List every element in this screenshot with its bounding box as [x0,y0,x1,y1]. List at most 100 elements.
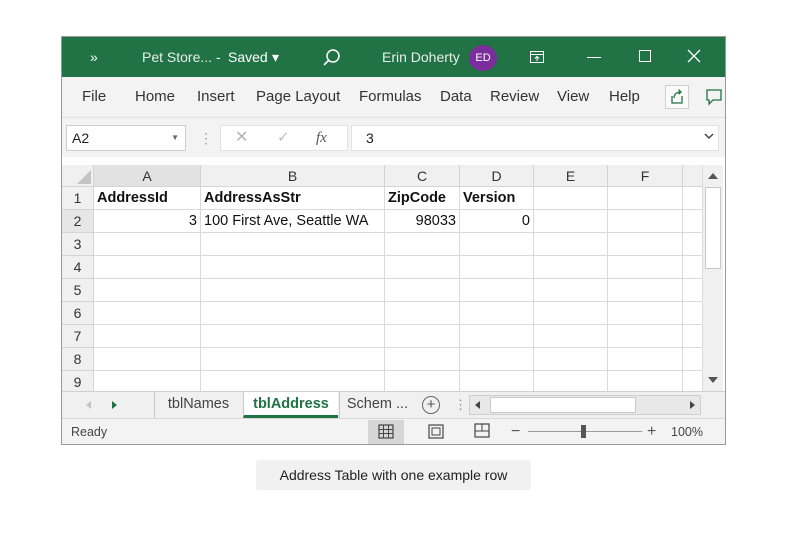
zoom-in-button[interactable]: + [647,419,656,444]
row-header-1[interactable]: 1 [62,187,94,210]
empty-cell[interactable] [385,279,460,302]
empty-cell[interactable] [201,302,385,325]
tab-data[interactable]: Data [440,77,472,117]
tab-help[interactable]: Help [609,77,640,117]
tab-review[interactable]: Review [490,77,539,117]
empty-cell[interactable] [94,302,201,325]
share-button[interactable] [665,85,689,109]
empty-cell[interactable] [385,256,460,279]
scroll-up-icon[interactable] [708,173,718,179]
expand-formula-bar-icon[interactable] [704,132,714,140]
row-header-6[interactable]: 6 [62,302,94,325]
tab-page-layout[interactable]: Page Layout [256,77,340,117]
user-name[interactable]: Erin Doherty [382,37,460,77]
empty-cell[interactable] [385,348,460,371]
row-header-2[interactable]: 2 [62,210,94,233]
empty-cell[interactable] [201,256,385,279]
empty-cell[interactable] [201,279,385,302]
add-sheet-button[interactable]: + [422,396,440,414]
empty-cell[interactable] [460,348,534,371]
empty-cell[interactable] [201,371,385,391]
empty-cell[interactable] [534,233,608,256]
horizontal-scroll-thumb[interactable] [490,397,636,413]
cell-d2[interactable]: 0 [460,210,534,233]
column-header-b[interactable]: B [201,165,385,187]
next-sheet-icon[interactable] [112,401,117,409]
zoom-level[interactable]: 100% [671,419,703,444]
empty-cell[interactable] [608,348,683,371]
empty-cell[interactable] [94,256,201,279]
empty-cell[interactable] [683,279,702,302]
empty-cell[interactable] [385,233,460,256]
minimize-button[interactable] [587,57,601,58]
maximize-button[interactable] [639,50,651,62]
empty-cell[interactable] [683,187,702,210]
empty-cell[interactable] [460,233,534,256]
empty-cell[interactable] [608,233,683,256]
search-icon[interactable] [322,48,342,68]
empty-cell[interactable] [534,348,608,371]
row-header-9[interactable]: 9 [62,371,94,391]
formula-input[interactable]: 3 [351,125,719,151]
empty-cell[interactable] [683,371,702,391]
formula-bar-grip-icon[interactable]: ⋮ [199,125,213,151]
previous-sheet-icon[interactable] [86,401,91,409]
scroll-right-icon[interactable] [690,401,695,409]
empty-cell[interactable] [608,371,683,391]
cell-c1[interactable]: ZipCode [385,187,460,210]
empty-cell[interactable] [201,348,385,371]
page-layout-view-button[interactable] [418,420,454,444]
sheet-tab-schema[interactable]: Schem ... [339,392,415,418]
empty-cell[interactable] [460,302,534,325]
column-header-f[interactable]: F [608,165,683,187]
column-header-e[interactable]: E [534,165,608,187]
comments-button[interactable] [703,85,725,109]
column-header-c[interactable]: C [385,165,460,187]
empty-cell[interactable] [385,302,460,325]
empty-cell[interactable] [608,325,683,348]
file-name[interactable]: Pet Store... [142,37,212,77]
tab-splitter-grip-icon[interactable]: ⋮ [454,392,467,418]
cell-f1[interactable] [608,187,683,210]
empty-cell[interactable] [460,279,534,302]
cell-c2[interactable]: 98033 [385,210,460,233]
empty-cell[interactable] [94,348,201,371]
column-header-g[interactable] [683,165,702,187]
empty-cell[interactable] [534,256,608,279]
tab-insert[interactable]: Insert [197,77,235,117]
empty-cell[interactable] [683,210,702,233]
horizontal-scrollbar[interactable] [469,395,701,415]
ribbon-display-options-icon[interactable] [530,51,544,63]
zoom-slider-thumb[interactable] [581,425,586,438]
empty-cell[interactable] [385,371,460,391]
row-header-5[interactable]: 5 [62,279,94,302]
tab-view[interactable]: View [557,77,589,117]
cell-d1[interactable]: Version [460,187,534,210]
saved-status[interactable]: Saved [228,37,268,77]
tab-home[interactable]: Home [135,77,175,117]
saved-dropdown-icon[interactable]: ▾ [272,37,279,77]
tab-file[interactable]: File [82,77,106,117]
empty-cell[interactable] [683,348,702,371]
zoom-out-button[interactable]: − [511,419,520,444]
cell-a2[interactable]: 3 [94,210,201,233]
empty-cell[interactable] [94,233,201,256]
cancel-icon[interactable]: ✕ [235,126,248,150]
empty-cell[interactable] [683,302,702,325]
empty-cell[interactable] [94,279,201,302]
tab-formulas[interactable]: Formulas [359,77,422,117]
empty-cell[interactable] [608,279,683,302]
scroll-down-icon[interactable] [708,377,718,383]
worksheet-grid[interactable]: A B C D E F 1 2 3 4 5 6 7 8 9 AddressId … [62,165,702,391]
insert-function-button[interactable]: fx [316,126,327,150]
scroll-left-icon[interactable] [475,401,480,409]
empty-cell[interactable] [460,256,534,279]
select-all-button[interactable] [62,165,94,187]
page-break-view-button[interactable] [464,420,500,444]
empty-cell[interactable] [460,371,534,391]
empty-cell[interactable] [385,325,460,348]
enter-icon[interactable]: ✓ [277,126,290,150]
cell-f2[interactable] [608,210,683,233]
empty-cell[interactable] [608,256,683,279]
column-header-d[interactable]: D [460,165,534,187]
